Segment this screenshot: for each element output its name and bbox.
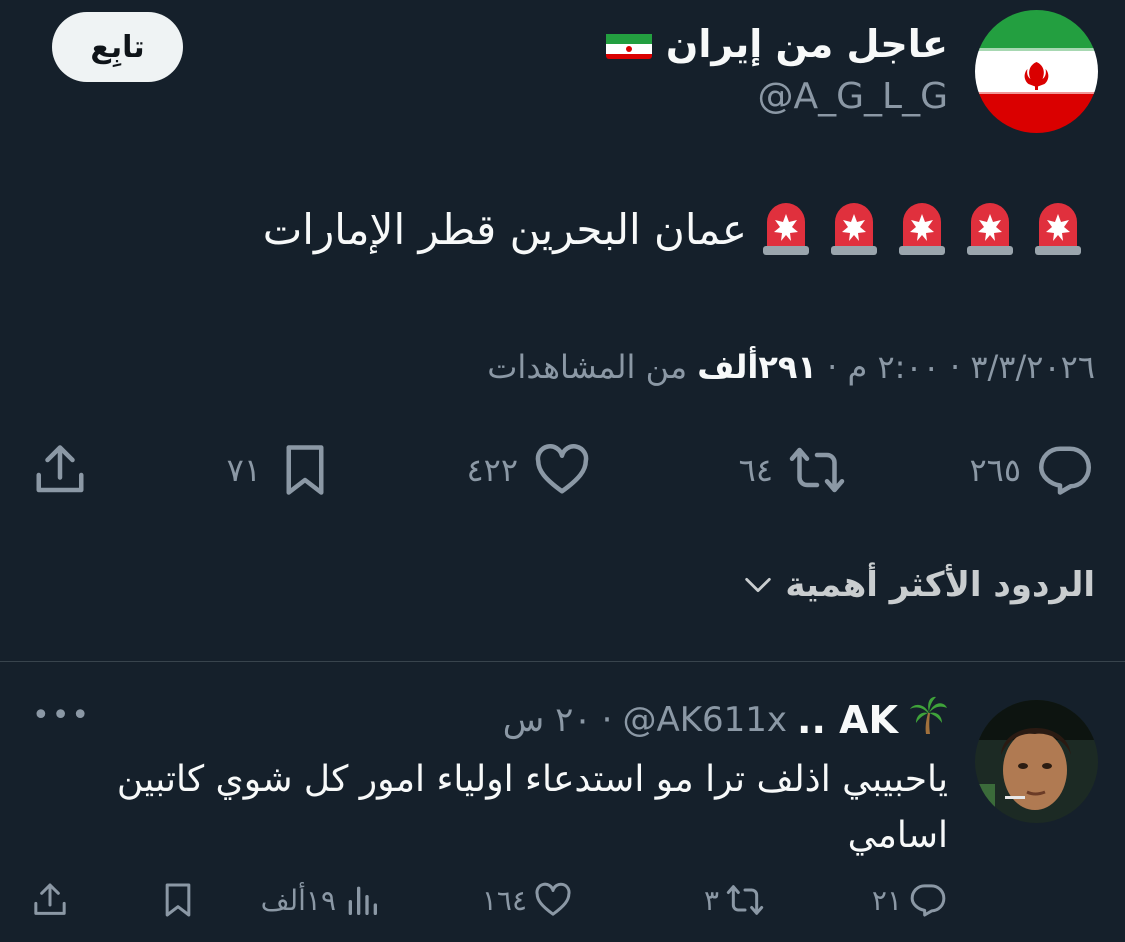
like-action[interactable]: ٤٢٢ <box>466 440 592 500</box>
replies-sort-dropdown[interactable]: الردود الأكثر أهمية <box>741 565 1095 605</box>
author-handle[interactable]: @A_G_L_G <box>758 76 948 117</box>
more-options-button[interactable]: ••• <box>32 698 91 733</box>
reply-author-handle[interactable]: @AK611x <box>622 700 787 740</box>
tweet-date[interactable]: ٣/٣/٢٠٢٦ <box>970 348 1095 386</box>
bookmark-count: ٧١ <box>226 451 261 489</box>
siren-icon <box>893 200 951 258</box>
reply-views-count: ١٩ألف <box>260 883 336 917</box>
replies-sort-label: الردود الأكثر أهمية <box>785 565 1095 605</box>
like-icon <box>535 882 571 916</box>
share-icon <box>36 445 84 493</box>
tweet-views-label: من المشاهدات <box>487 348 688 386</box>
share-icon <box>34 883 66 915</box>
siren-icon <box>757 200 815 258</box>
siren-icon <box>825 200 883 258</box>
reply-share-button[interactable] <box>30 880 70 924</box>
reply-like-count: ١٦٤ <box>481 883 527 917</box>
reply-avatar-image <box>975 700 1098 823</box>
author-display-name: عاجل من إيران <box>665 22 948 66</box>
reply-action[interactable]: ٢٦٥ <box>969 440 1095 500</box>
divider <box>0 661 1125 662</box>
reply-bookmark-button[interactable] <box>158 880 198 924</box>
reply-icon <box>910 884 946 917</box>
reply-author-name[interactable]: AK .. <box>797 698 898 742</box>
views-icon <box>348 886 377 915</box>
author-name[interactable]: عاجل من إيران <box>605 22 948 66</box>
more-icon: ••• <box>32 698 92 733</box>
tweet-meta: ٣/٣/٢٠٢٦ · ٢:٠٠ م · ٢٩١ألف من المشاهدات <box>487 348 1095 386</box>
reply-icon <box>1039 446 1091 495</box>
tweet-body: عمان البحرين قطر الإمارات <box>263 200 1087 258</box>
iran-flag-icon <box>975 10 1098 133</box>
siren-icon <box>961 200 1019 258</box>
reply-header: AK .. @AK611x · ٢٠ س <box>503 695 948 744</box>
tweet-views-count: ٢٩١ألف <box>697 348 817 386</box>
reply-reply-action[interactable]: ٢١ <box>872 880 948 920</box>
palm-tree-icon <box>908 695 948 744</box>
tweet-time[interactable]: ٢:٠٠ م <box>847 348 939 386</box>
retweet-count: ٦٤ <box>738 451 773 489</box>
reply-views-action[interactable]: ١٩ألف <box>261 880 382 920</box>
retweet-action[interactable]: ٦٤ <box>739 440 847 500</box>
like-count: ٤٢٢ <box>466 451 518 489</box>
iran-flag-emoji-icon <box>605 29 652 59</box>
reply-retweet-action[interactable]: ٣ <box>704 880 765 920</box>
retweet-icon <box>789 447 845 493</box>
retweet-icon <box>726 885 764 915</box>
reply-reply-count: ٢١ <box>871 883 902 917</box>
author-avatar[interactable] <box>975 10 1098 133</box>
reply-count: ٢٦٥ <box>969 451 1021 489</box>
share-button[interactable] <box>30 440 90 504</box>
bookmark-icon <box>286 445 324 495</box>
reply-time[interactable]: ٢٠ س <box>503 700 592 740</box>
bookmark-action[interactable]: ٧١ <box>227 440 335 500</box>
reply-retweet-count: ٣ <box>703 883 719 917</box>
follow-button[interactable]: تابِع <box>52 12 183 82</box>
tweet-text: عمان البحرين قطر الإمارات <box>262 204 747 254</box>
like-icon <box>535 444 589 494</box>
bookmark-icon <box>165 883 191 917</box>
chevron-down-icon <box>745 577 772 593</box>
reply-like-action[interactable]: ١٦٤ <box>482 880 573 920</box>
reply-text: ياحبيبي اذلف ترا مو استدعاء اولياء امور … <box>116 759 948 856</box>
siren-icon <box>1029 200 1087 258</box>
reply-avatar[interactable] <box>975 700 1098 823</box>
